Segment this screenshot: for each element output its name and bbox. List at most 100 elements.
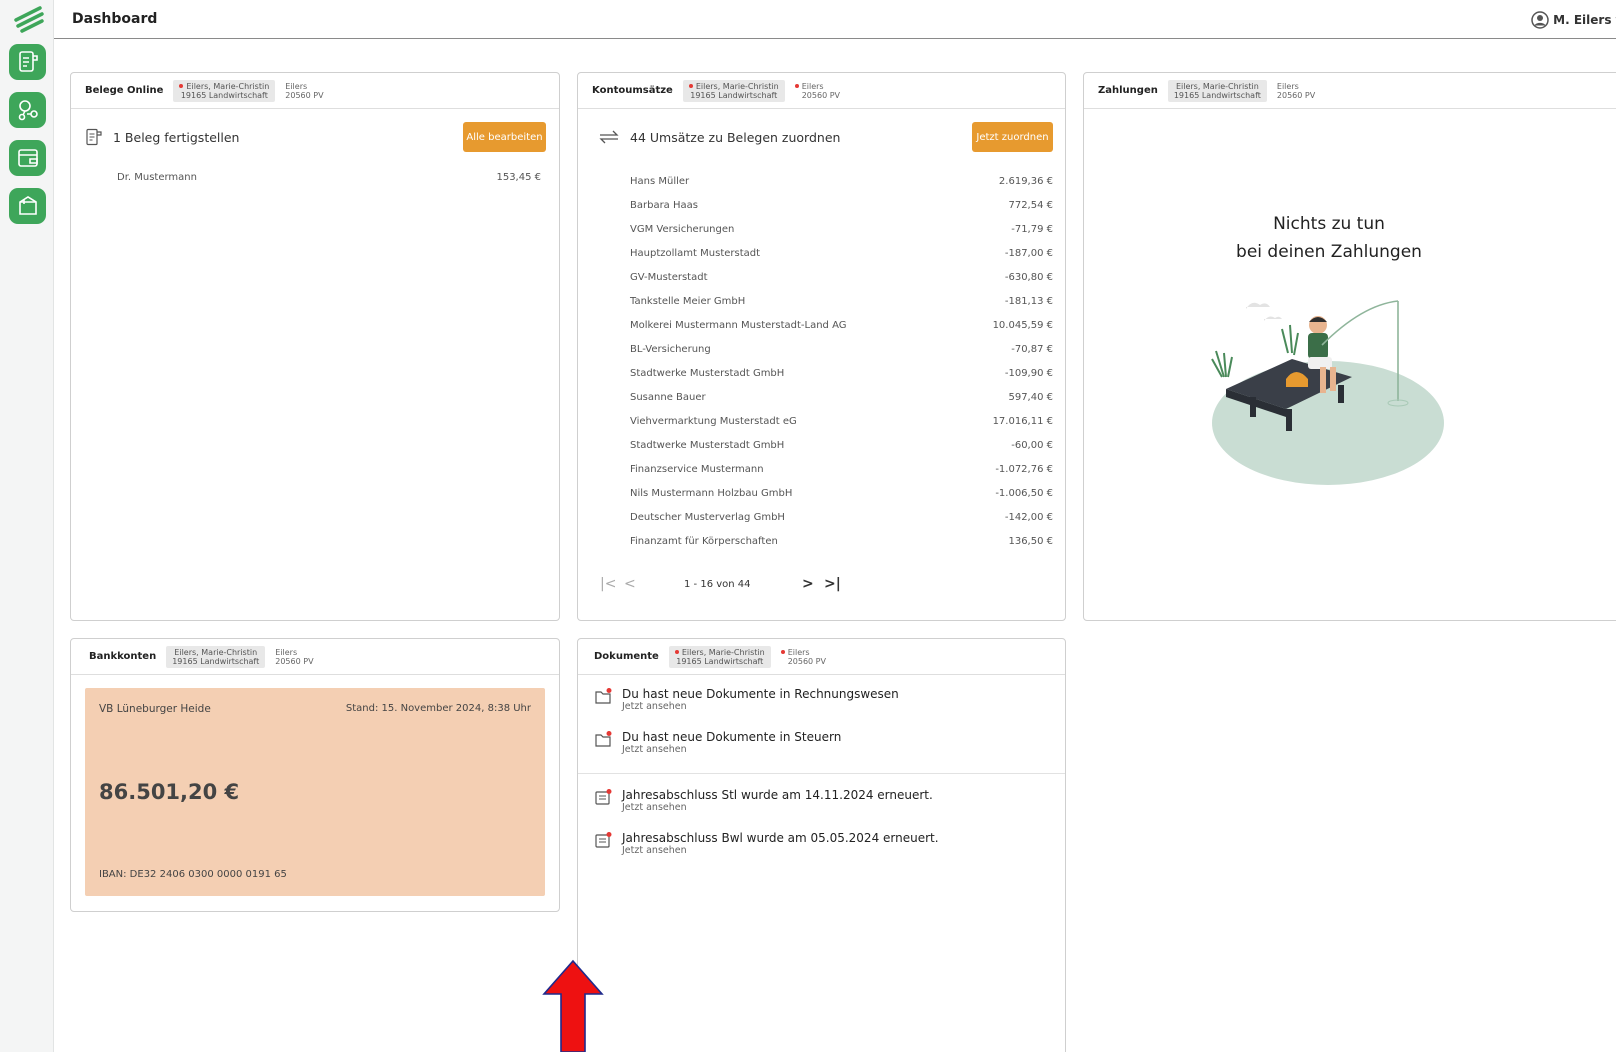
sidebar-item-konten[interactable] [9,140,46,176]
client-tag-active[interactable]: Eilers, Marie-Christin 19165 Landwirtsch… [1167,79,1267,102]
client-tag-active[interactable]: Eilers, Marie-Christin 19165 Landwirtsch… [173,79,276,102]
arrow-up-annotation-icon [542,959,604,1052]
next-page-icon[interactable]: > [802,576,824,592]
doc-link[interactable]: Jetzt ansehen [622,701,899,713]
client-alt-name: Eilers [801,81,824,91]
panel-title: Zahlungen [1098,85,1158,96]
document-notification[interactable]: Du hast neue Dokumente in Rechnungswesen… [594,687,899,713]
logo-icon[interactable] [14,6,44,34]
iban: IBAN: DE32 2406 0300 0000 0191 65 [99,869,287,880]
transaction-row[interactable]: Stadtwerke Musterstadt GmbH -60,00 € [630,433,1053,457]
empty-line-1: Nichts zu tun [1273,214,1385,234]
transaction-row[interactable]: Viehvermarktung Musterstadt eG 17.016,11 … [630,409,1053,433]
transaction-row[interactable]: Tankstelle Meier GmbH -181,13 € [630,289,1053,313]
transaction-row[interactable]: Susanne Bauer 597,40 € [630,385,1053,409]
transaction-amount: -70,87 € [1011,343,1053,355]
doc-link[interactable]: Jetzt ansehen [622,802,933,814]
jetzt-zuordnen-button[interactable]: Jetzt zuordnen [972,122,1053,152]
transaction-row[interactable]: Finanzamt für Körperschaften 136,50 € [630,529,1053,553]
document-notification[interactable]: Du hast neue Dokumente in Steuern Jetzt a… [594,730,841,756]
transaction-name: Molkerei Mustermann Musterstadt-Land AG [630,319,847,331]
panel-header: Bankkonten Eilers, Marie-Christin 19165 … [71,639,559,675]
bank-account-card[interactable]: VB Lüneburger Heide Stand: 15. November … [85,688,545,896]
transaction-row[interactable]: Nils Mustermann Holzbau GmbH -1.006,50 € [630,481,1053,505]
client-tag-active[interactable]: Eilers, Marie-Christin 19165 Landwirtsch… [682,79,785,102]
transaction-row[interactable]: Barbara Haas 772,54 € [630,193,1053,217]
panel-zahlungen: Zahlungen Eilers, Marie-Christin 19165 L… [1083,72,1616,621]
last-page-icon[interactable]: >| [824,576,841,592]
transaction-name: Finanzservice Mustermann [630,463,764,475]
doc-text: Jahresabschluss Bwl wurde am 05.05.2024 … [622,831,939,845]
first-page-icon[interactable]: |< [600,576,624,592]
transaction-amount: -187,00 € [1004,247,1053,259]
transaction-name: Deutscher Musterverlag GmbH [630,511,785,523]
client-tag-alt[interactable]: Eilers 20560 PV [780,647,826,666]
prev-page-icon[interactable]: < [624,576,684,592]
kontoumsaetze-task-label: 44 Umsätze zu Belegen zuordnen [630,129,841,145]
client-tag-alt[interactable]: Eilers 20560 PV [794,81,840,100]
transaction-amount: 10.045,59 € [992,319,1053,331]
transaction-list: Hans Müller 2.619,36 € Barbara Haas 772,54 … [630,169,1053,553]
sidebar-item-dokumente[interactable] [9,188,46,224]
alert-dot [674,650,679,654]
report-alert-icon [595,832,612,848]
client-alt-name: Eilers [1276,81,1299,91]
account-balance: 86.501,20 € [99,780,240,804]
box-icon [18,196,37,215]
doc-link[interactable]: Jetzt ansehen [622,744,841,756]
user-name: M. Eilers [1553,13,1612,27]
transaction-name: Hauptzollamt Musterstadt [630,247,761,259]
panel-header: Zahlungen Eilers, Marie-Christin 19165 L… [1084,73,1616,109]
transaction-amount: 17.016,11 € [992,415,1053,427]
report-alert-icon [595,789,612,805]
client-alt-sub: 20560 PV [285,90,324,100]
sidebar-item-finanzen[interactable] [9,92,46,128]
client-alt-sub: 20560 PV [801,90,840,100]
transaction-name: GV-Musterstadt [630,271,708,283]
empty-state-text: Nichts zu tun bei deinen Zahlungen [1084,210,1574,266]
transaction-row[interactable]: Hauptzollamt Musterstadt -187,00 € [630,241,1053,265]
panel-kontoumsaetze: Kontoumsätze Eilers, Marie-Christin 1916… [577,72,1066,621]
transaction-row[interactable]: Hans Müller 2.619,36 € [630,169,1053,193]
transaction-row[interactable]: BL-Versicherung -70,87 € [630,337,1053,361]
user-menu[interactable]: M. Eilers ▾ [1531,11,1616,29]
transaction-amount: -1.006,50 € [995,487,1053,499]
transaction-row[interactable]: Molkerei Mustermann Musterstadt-Land AG 1… [630,313,1053,337]
sidebar-item-belege[interactable] [9,44,46,80]
panel-title: Bankkonten [89,651,157,662]
list-item[interactable]: Dr. Mustermann 153,45 € [117,172,541,183]
panel-belege-online: Belege Online Eilers, Marie-Christin 191… [70,72,560,621]
client-name: Eilers, Marie-Christin [695,81,779,91]
panel-header: Kontoumsätze Eilers, Marie-Christin 1916… [578,73,1065,109]
client-tag-active[interactable]: Eilers, Marie-Christin 19165 Landwirtsch… [668,645,771,668]
document-notification[interactable]: Jahresabschluss Bwl wurde am 05.05.2024 … [594,831,939,857]
folder-alert-icon [595,688,612,704]
transaction-row[interactable]: Finanzservice Mustermann -1.072,76 € [630,457,1053,481]
transaction-row[interactable]: GV-Musterstadt -630,80 € [630,265,1053,289]
transaction-row[interactable]: VGM Versicherungen -71,79 € [630,217,1053,241]
sidebar [0,0,54,1052]
client-tag-alt[interactable]: Eilers 20560 PV [275,648,313,666]
wallet-icon [17,149,38,167]
client-name: Eilers, Marie-Christin [186,81,270,91]
folder-alert-icon [595,731,612,747]
transaction-amount: 772,54 € [1008,199,1053,211]
document-notification[interactable]: Jahresabschluss Stl wurde am 14.11.2024 … [594,788,933,814]
transaction-row[interactable]: Stadtwerke Musterstadt GmbH -109,90 € [630,361,1053,385]
client-tag-alt[interactable]: Eilers 20560 PV [285,82,323,100]
client-alt-name: Eilers [787,647,810,657]
client-tag-active[interactable]: Eilers, Marie-Christin 19165 Landwirtsch… [166,645,266,668]
belege-task-label: 1 Beleg fertigstellen [113,129,240,145]
alert-dot [688,84,693,88]
panel-dokumente: Dokumente Eilers, Marie-Christin 19165 L… [577,638,1066,1052]
item-name: Dr. Mustermann [117,172,197,183]
alle-bearbeiten-button[interactable]: Alle bearbeiten [463,122,546,152]
transaction-row[interactable]: Deutscher Musterverlag GmbH -142,00 € [630,505,1053,529]
panel-title: Belege Online [85,85,164,96]
doc-link[interactable]: Jetzt ansehen [622,845,939,857]
panel-header: Dokumente Eilers, Marie-Christin 19165 L… [578,639,1065,675]
client-tag-alt[interactable]: Eilers 20560 PV [1277,82,1315,100]
transaction-name: Finanzamt für Körperschaften [630,535,778,547]
panel-bankkonten: Bankkonten Eilers, Marie-Christin 19165 … [70,638,560,912]
client-name: Eilers, Marie-Christin [1175,81,1259,91]
